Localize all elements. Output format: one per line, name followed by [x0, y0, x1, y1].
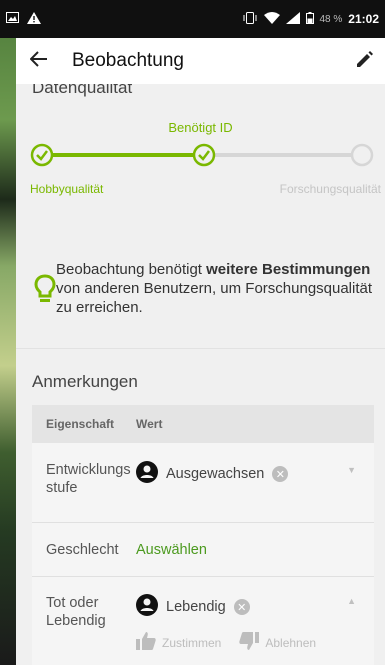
remove-icon[interactable]: ✕ [272, 466, 289, 482]
step-complete-2 [192, 143, 216, 167]
divider [16, 348, 385, 349]
current-quality-label: Benötigt ID [168, 120, 233, 135]
table-row-alive-or-dead[interactable]: Tot oder Lebendig Lebendig ✕ ▲ Zustimmen [32, 577, 374, 665]
vibrate-icon [242, 11, 258, 27]
remove-icon[interactable]: ✕ [233, 599, 250, 615]
chevron-up-icon[interactable]: ▲ [347, 596, 356, 606]
row-property: Geschlecht [46, 541, 119, 558]
image-icon [6, 12, 19, 26]
table-header: Eigenschaft Wert [32, 405, 374, 443]
user-icon [136, 461, 158, 487]
hobby-quality-label: Hobbyqualität [30, 182, 104, 196]
battery-icon [305, 11, 314, 27]
back-button[interactable] [16, 38, 62, 84]
thumbs-down-icon[interactable] [239, 632, 260, 653]
wifi-icon [263, 11, 280, 27]
data-quality-title: Datenqualität [32, 84, 133, 97]
col-value-header: Wert [136, 417, 163, 431]
app-bar: Beobachtung [16, 38, 385, 84]
chevron-down-icon[interactable]: ▼ [347, 465, 356, 475]
row-property: Entwicklungsstufe [46, 462, 131, 496]
background-photo [0, 0, 16, 665]
row-property: Tot oder Lebendig [46, 595, 106, 629]
warning-icon [27, 11, 41, 27]
row-value: Lebendig ✕ ▲ Zustimmen Ablehnen [136, 594, 374, 665]
lightbulb-icon [16, 254, 56, 309]
row-value: Auswählen [136, 541, 374, 559]
value-text: Lebendig [166, 599, 226, 615]
arrow-left-icon [29, 50, 48, 72]
pencil-icon [356, 50, 374, 73]
table-row-life-stage[interactable]: Entwicklungsstufe Ausgewachsen ✕ ▼ [32, 443, 374, 523]
disagree-button[interactable]: Ablehnen [265, 636, 316, 650]
signal-icon [285, 11, 300, 27]
agree-button[interactable]: Zustimmen [162, 636, 221, 650]
value-text: Ausgewachsen [166, 466, 265, 482]
observation-content[interactable]: Datenqualität Benötigt ID Hobbyqualität … [16, 84, 385, 665]
table-row-sex[interactable]: Geschlecht Auswählen [32, 523, 374, 577]
vote-actions: Zustimmen Ablehnen [136, 632, 374, 653]
quality-notice: Beobachtung benötigt weitere Bestimmunge… [16, 254, 385, 346]
edit-button[interactable] [345, 38, 385, 84]
thumbs-up-icon[interactable] [136, 632, 156, 653]
annotations-title: Anmerkungen [32, 372, 138, 391]
row-value: Ausgewachsen ✕ ▼ [136, 461, 374, 522]
page-title: Beobachtung [72, 50, 184, 71]
annotations-table: Eigenschaft Wert Entwicklungsstufe Ausge… [32, 405, 374, 665]
status-bar: 48 % 21:02 [0, 0, 385, 38]
select-link[interactable]: Auswählen [136, 542, 207, 558]
battery-percent: 48 % [319, 13, 343, 25]
user-icon [136, 594, 158, 620]
step-pending-3 [350, 143, 374, 167]
step-complete-1 [30, 143, 54, 167]
clock: 21:02 [348, 12, 379, 26]
research-quality-label: Forschungsqualität [279, 182, 381, 196]
quality-progress [16, 142, 385, 172]
notice-text: Beobachtung benötigt weitere Bestimmunge… [56, 261, 373, 316]
col-property-header: Eigenschaft [46, 417, 115, 431]
